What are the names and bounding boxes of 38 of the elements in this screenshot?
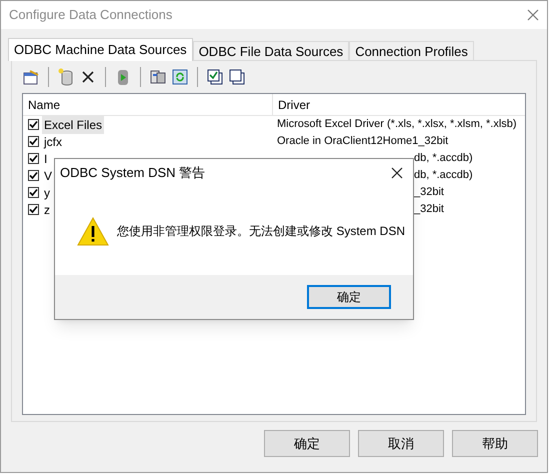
driver-cell-text: _32bit — [414, 185, 444, 200]
data-source-name[interactable]: y — [42, 184, 52, 202]
dialog-button[interactable]: 确定 — [264, 430, 350, 457]
properties-icon[interactable] — [22, 68, 40, 86]
data-source-name[interactable]: V — [42, 166, 54, 184]
driver-cell-text: Microsoft Excel Driver (*.xls, *.xlsx, *.xlsm, *.xlsb) — [277, 117, 517, 132]
data-source-name[interactable]: z — [42, 200, 52, 218]
dialog-button[interactable]: 取消 — [358, 430, 444, 457]
driver-cell-text: db, *.accdb) — [414, 151, 473, 166]
dialog-button[interactable]: 帮助 — [452, 430, 538, 457]
driver-cell-text: _32bit — [414, 202, 444, 218]
checkbox[interactable] — [28, 170, 39, 181]
warning-icon — [77, 216, 109, 246]
refresh-icon[interactable] — [171, 68, 189, 86]
dialog-title: ODBC System DSN 警告 — [60, 164, 206, 182]
data-source-name[interactable]: jcfx — [42, 132, 64, 150]
driver-cell-text: db, *.accdb) — [414, 168, 473, 184]
checkbox[interactable] — [28, 187, 39, 198]
checkbox[interactable] — [28, 204, 39, 215]
ok-button[interactable]: 确定 — [307, 285, 391, 309]
tab[interactable]: ODBC File Data Sources — [192, 41, 350, 60]
data-source-name[interactable]: I — [42, 150, 50, 168]
new-database-icon[interactable] — [57, 68, 75, 86]
checkbox[interactable] — [28, 119, 39, 130]
close-icon[interactable] — [391, 167, 403, 179]
servers-icon[interactable] — [149, 68, 167, 86]
warning-message: 您使用非管理权限登录。无法创建或修改 System DSN — [117, 223, 406, 240]
column-header[interactable]: Name — [23, 94, 273, 115]
data-source-name[interactable]: Excel Files — [42, 116, 104, 134]
tab[interactable]: Connection Profiles — [349, 41, 474, 60]
checkbox[interactable] — [28, 153, 39, 164]
driver-cell-text: Oracle in OraClient12Home1_32bit — [277, 134, 448, 150]
checkbox[interactable] — [28, 136, 39, 147]
deselect-all-icon[interactable] — [228, 68, 246, 86]
window-title: Configure Data Connections — [9, 6, 172, 24]
select-all-icon[interactable] — [206, 68, 224, 86]
column-header[interactable]: Driver — [273, 94, 525, 115]
tab[interactable]: ODBC Machine Data Sources — [8, 38, 193, 61]
